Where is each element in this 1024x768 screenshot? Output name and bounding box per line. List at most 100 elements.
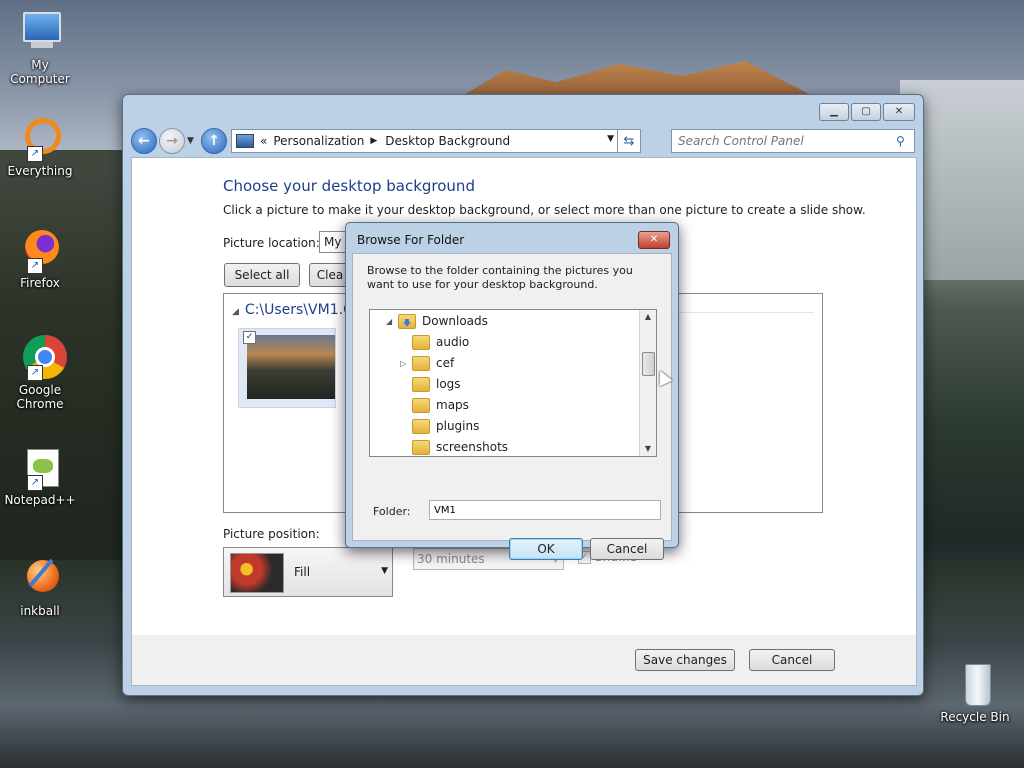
desktop-icon-label: Firefox [20,276,60,290]
tree-item-label: logs [436,377,461,391]
picture-position-dropdown[interactable]: Fill ▼ [223,547,393,597]
tree-item-logs[interactable]: logs [400,374,461,394]
desktop-icon-my-computer[interactable]: My Computer [0,10,80,86]
search-input[interactable] [672,133,896,149]
minimize-button[interactable]: ▁ [819,103,849,121]
tree-item-maps[interactable]: maps [400,395,469,415]
picture-position-value: Fill [294,565,311,579]
scroll-down-arrow-icon[interactable]: ▼ [640,442,656,456]
thumbnail-checkbox[interactable]: ✓ [243,331,256,344]
folder-icon [412,397,430,413]
tree-item-cef[interactable]: ▷ cef [400,353,454,373]
tree-scrollbar[interactable]: ▲ ▼ [639,310,656,456]
recent-pages-dropdown[interactable]: ▼ [187,136,197,146]
everything-icon: ↗ [17,116,63,162]
breadcrumb-personalization[interactable]: Personalization [273,134,364,148]
group-separator [674,312,814,313]
window-caption-buttons: ▁ ▢ ✕ [819,103,915,121]
navigation-bar: ← → ▼ ↑ « Personalization ▶ Desktop Back… [131,127,915,155]
picture-location-label: Picture location: [223,236,320,250]
desktop-icon-everything[interactable]: ↗ Everything [0,116,80,178]
scroll-up-arrow-icon[interactable]: ▲ [640,310,656,324]
chevron-down-icon: ▼ [381,566,388,576]
expand-triangle-icon[interactable]: ▷ [400,359,410,368]
tree-item-screenshots[interactable]: screenshots [400,437,509,456]
desktop-icon-label: Notepad++ [4,493,76,507]
folder-name-input[interactable] [429,500,661,520]
collapse-triangle-icon[interactable]: ◢ [232,307,239,317]
tree-item-label: Downloads [422,314,488,328]
control-panel-icon [236,134,254,148]
dialog-description: Browse to the folder containing the pict… [367,264,633,291]
refresh-button[interactable]: ⇆ [617,130,640,152]
shortcut-arrow-icon: ↗ [27,258,43,274]
folder-field-label: Folder: [373,505,411,518]
tree-item-label: plugins [436,419,480,433]
tree-item-label: screenshots [436,440,509,454]
tree-item-label: cef [436,356,455,370]
folder-icon [412,376,430,392]
address-dropdown[interactable]: ▼ [607,134,614,144]
folder-icon [412,418,430,434]
shortcut-arrow-icon: ↗ [27,475,43,491]
shortcut-arrow-icon: ↗ [27,365,43,381]
desktop-icon-google-chrome[interactable]: ↗ Google Chrome [0,335,80,411]
page-description: Click a picture to make it your desktop … [223,203,866,217]
thumbnail-image [247,335,335,399]
desktop-icon-label: inkball [20,604,60,618]
chevron-right-icon[interactable]: ▶ [370,136,377,146]
browse-for-folder-dialog: Browse For Folder ✕ Browse to the folder… [345,222,679,560]
save-changes-button[interactable]: Save changes [635,649,735,671]
forward-button[interactable]: → [159,128,185,154]
address-overflow[interactable]: « [260,134,267,148]
breadcrumb-desktop-background[interactable]: Desktop Background [385,134,510,148]
address-bar[interactable]: « Personalization ▶ Desktop Background ▼… [231,129,641,153]
scrollbar-thumb[interactable] [642,352,655,376]
arrow-up-icon: ↑ [208,133,220,149]
window-footer: Save changes Cancel [131,635,917,686]
tree-item-audio[interactable]: audio [400,332,469,352]
dialog-cancel-button[interactable]: Cancel [590,538,664,560]
picture-thumbnail[interactable]: ✓ [238,328,336,408]
arrow-left-icon: ← [138,133,150,149]
refresh-icon: ⇆ [623,133,635,149]
maximize-button[interactable]: ▢ [851,103,881,121]
notepad-plus-plus-icon: ↗ [17,445,63,491]
folder-icon [412,439,430,455]
close-button[interactable]: ✕ [883,103,915,121]
dialog-close-button[interactable]: ✕ [638,231,670,249]
recycle-bin-icon [952,662,998,708]
tree-item-plugins[interactable]: plugins [400,416,479,436]
tree-item-label: audio [436,335,470,349]
desktop-icon-firefox[interactable]: ↗ Firefox [0,228,80,290]
back-button[interactable]: ← [131,128,157,154]
folder-tree[interactable]: ◢ Downloads audio ▷ cef logs maps plugins … [369,309,657,457]
chrome-icon: ↗ [17,335,67,381]
up-button[interactable]: ↑ [201,128,227,154]
select-all-button[interactable]: Select all [224,263,300,287]
computer-icon [17,10,63,56]
search-box[interactable]: ⚲ [671,129,915,153]
ok-button[interactable]: OK [509,538,583,560]
position-preview-icon [230,553,284,593]
firefox-icon: ↗ [17,228,63,274]
cancel-button[interactable]: Cancel [749,649,835,671]
desktop-icon-label: Everything [7,164,73,178]
dialog-title: Browse For Folder [357,233,465,247]
desktop-icon-recycle-bin[interactable]: Recycle Bin [935,662,1015,724]
desktop-icon-label: My Computer [10,58,70,86]
desktop-icon-inkball[interactable]: inkball [0,556,80,618]
interval-value: 30 minutes [417,552,485,566]
page-title: Choose your desktop background [223,177,475,195]
arrow-right-icon: → [166,133,178,149]
folder-icon [412,334,430,350]
folder-icon [412,355,430,371]
tree-item-downloads[interactable]: ◢ Downloads [386,311,488,331]
dialog-body: Browse to the folder containing the pict… [352,253,672,560]
shortcut-arrow-icon: ↗ [27,146,43,162]
desktop-icon-label: Recycle Bin [940,710,1010,724]
search-icon[interactable]: ⚲ [896,134,914,148]
gallery-group-header[interactable]: ◢ C:\Users\VM1.C [232,302,353,318]
desktop-icon-notepad-plus-plus[interactable]: ↗ Notepad++ [0,445,80,507]
collapse-triangle-icon[interactable]: ◢ [386,317,396,326]
